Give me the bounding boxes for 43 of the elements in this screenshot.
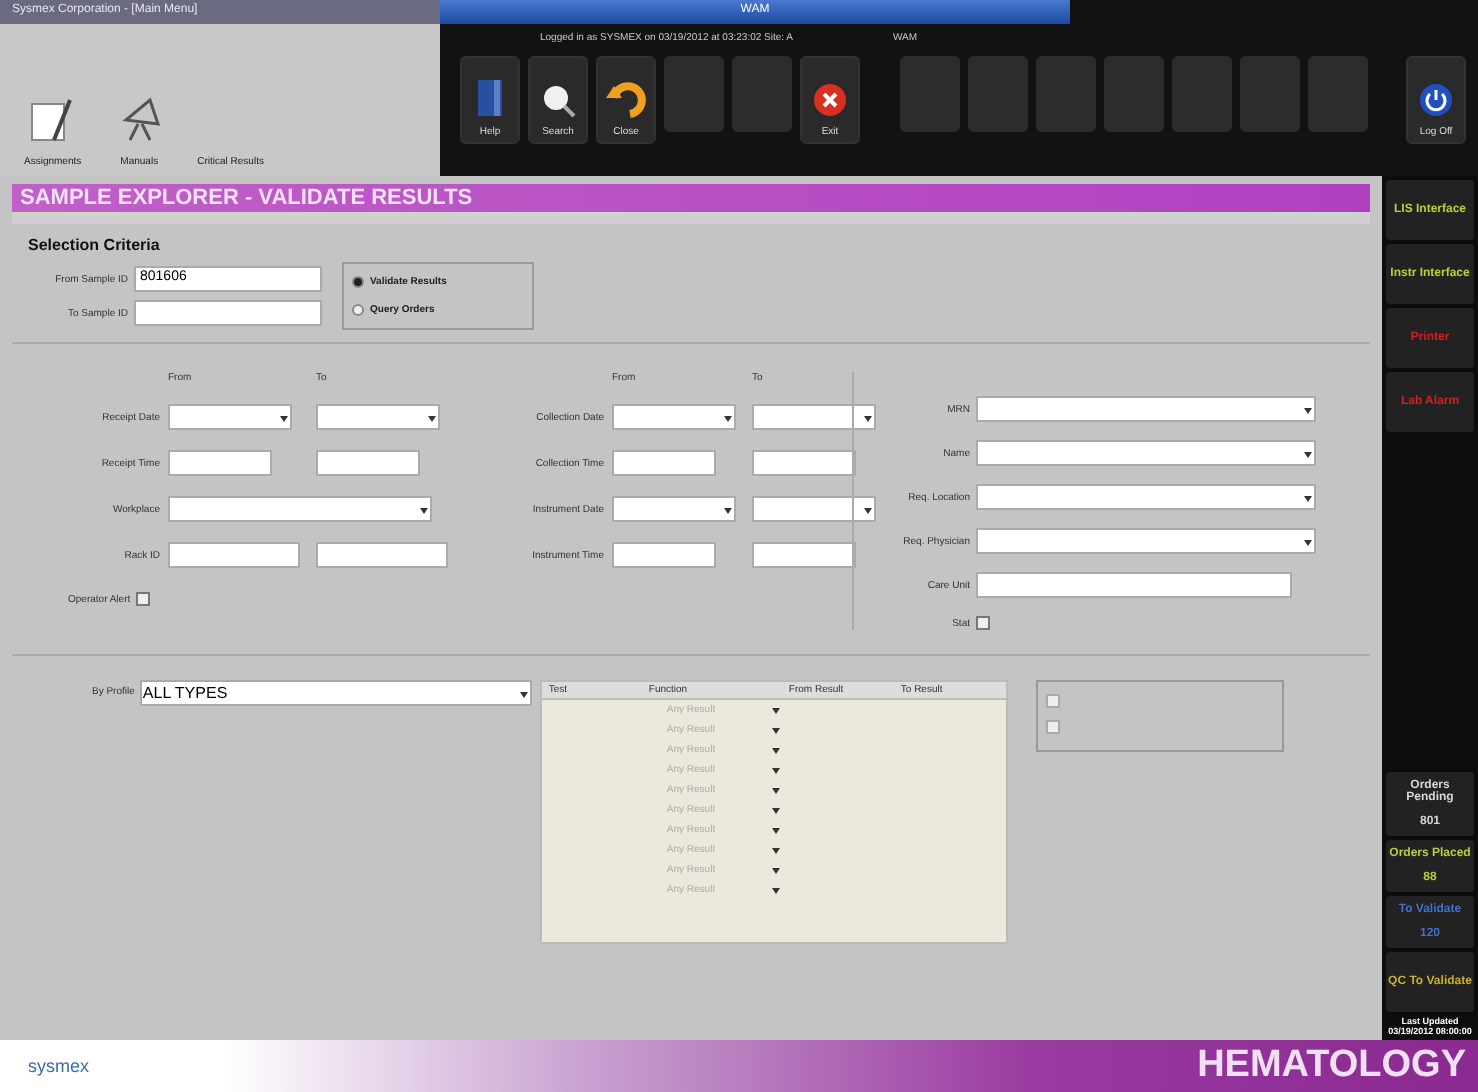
rack-field[interactable] (316, 542, 448, 568)
time-field[interactable] (316, 450, 420, 476)
empty-slot (1172, 56, 1232, 132)
time-field[interactable] (168, 450, 272, 476)
checkbox[interactable] (976, 616, 990, 630)
logo: sysmex (28, 1056, 90, 1076)
empty-slot (900, 56, 960, 132)
time-field[interactable] (752, 450, 856, 476)
undo-arrow-icon (606, 82, 646, 118)
date-dropdown[interactable] (612, 496, 736, 522)
department-title: HEMATOLOGY (1197, 1044, 1466, 1088)
patient-dropdown[interactable] (976, 396, 1316, 422)
section-title: Selection Criteria (26, 234, 162, 258)
patient-dropdown[interactable] (976, 528, 1316, 554)
empty-slot (732, 56, 792, 132)
date-dropdown[interactable] (752, 496, 876, 522)
checkbox[interactable] (136, 592, 151, 606)
time-field[interactable] (612, 450, 716, 476)
date-dropdown[interactable] (168, 404, 292, 430)
workplace-dropdown[interactable] (168, 496, 432, 522)
time-field[interactable] (612, 542, 716, 568)
profile-dropdown[interactable]: ALL TYPES (140, 680, 533, 706)
empty-slot (1240, 56, 1300, 132)
empty-slot (1104, 56, 1164, 132)
sample-id-field[interactable] (134, 300, 322, 326)
date-dropdown[interactable] (612, 404, 736, 430)
date-dropdown[interactable] (752, 404, 876, 430)
patient-dropdown[interactable] (976, 484, 1316, 510)
empty-slot (968, 56, 1028, 132)
date-dropdown[interactable] (316, 404, 440, 430)
book-icon (476, 78, 504, 118)
empty-slot (1308, 56, 1368, 132)
patient-dropdown[interactable] (976, 440, 1316, 466)
patient-field[interactable] (976, 572, 1292, 598)
empty-slot (664, 56, 724, 132)
notepad-icon (30, 96, 75, 144)
search-icon (540, 82, 576, 118)
page-title: SAMPLE EXPLORER - VALIDATE RESULTS (12, 184, 1370, 212)
close-icon (812, 82, 848, 118)
time-field[interactable] (752, 542, 856, 568)
empty-slot (1036, 56, 1096, 132)
rack-field[interactable] (168, 542, 300, 568)
power-icon (1418, 82, 1454, 118)
